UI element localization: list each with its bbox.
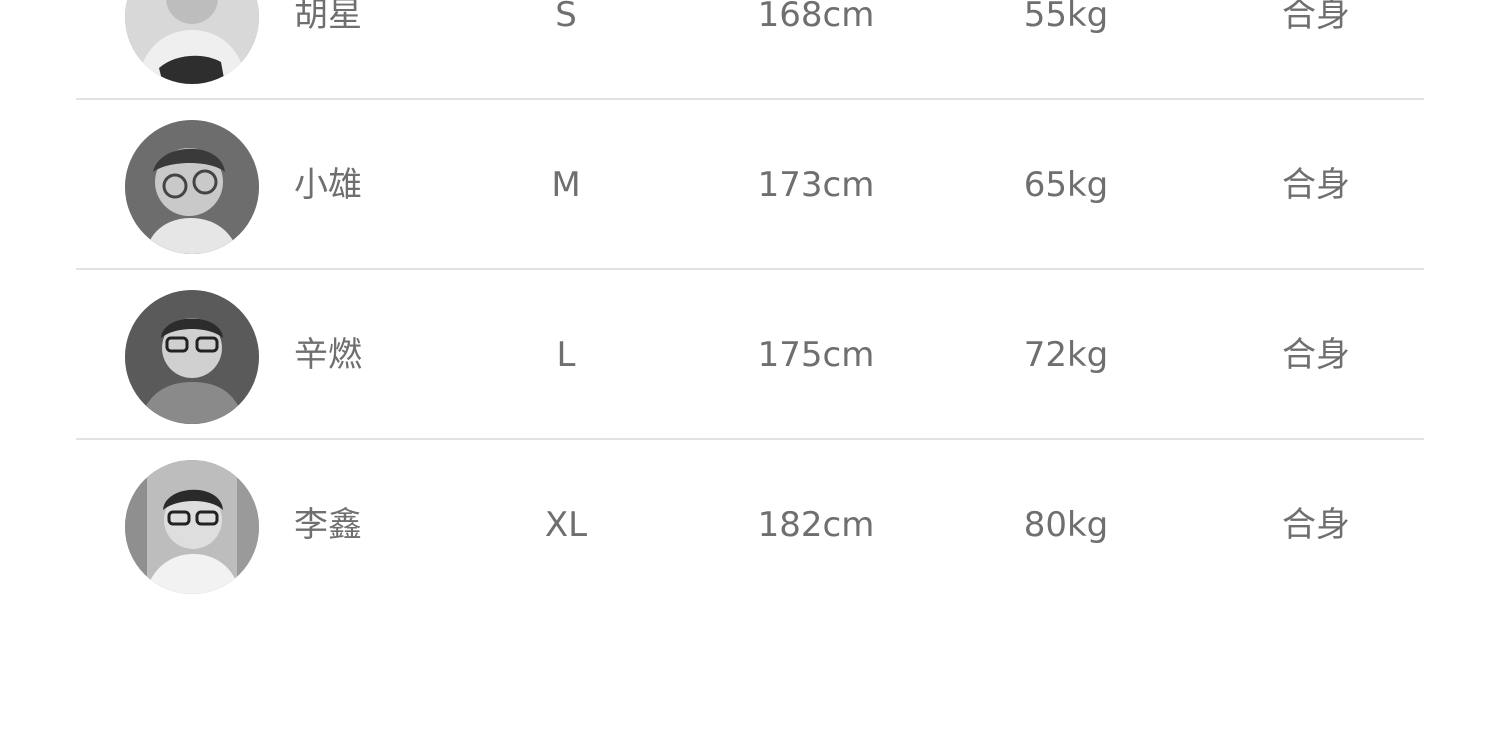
avatar	[125, 0, 259, 84]
size-cell: L	[556, 335, 576, 375]
person-avatar-icon	[125, 120, 259, 254]
name-cell: 小雄	[294, 165, 362, 205]
size-table: 胡星 S 168cm 55kg 合身 小雄 M 173cm 65kg 合身 辛燃…	[76, 0, 1424, 608]
size-cell: S	[555, 0, 577, 35]
height-cell: 173cm	[757, 165, 875, 205]
table-row: 辛燃 L 175cm 72kg 合身	[76, 270, 1424, 440]
weight-cell: 55kg	[1023, 0, 1109, 35]
name-cell: 胡星	[294, 0, 362, 35]
person-avatar-icon	[125, 460, 259, 594]
avatar	[125, 460, 259, 594]
name-cell: 李鑫	[294, 505, 362, 545]
table-row: 胡星 S 168cm 55kg 合身	[76, 0, 1424, 100]
weight-cell: 80kg	[1023, 505, 1109, 545]
person-avatar-icon	[125, 290, 259, 424]
name-cell: 辛燃	[294, 335, 362, 375]
fit-cell: 合身	[1282, 165, 1350, 205]
size-cell: XL	[544, 505, 588, 545]
person-avatar-icon	[125, 0, 259, 84]
size-cell: M	[551, 165, 581, 205]
weight-cell: 65kg	[1023, 165, 1109, 205]
height-cell: 175cm	[757, 335, 875, 375]
table-row: 李鑫 XL 182cm 80kg 合身	[76, 440, 1424, 608]
height-cell: 168cm	[757, 0, 875, 35]
avatar	[125, 290, 259, 424]
avatar	[125, 120, 259, 254]
fit-cell: 合身	[1282, 505, 1350, 545]
weight-cell: 72kg	[1023, 335, 1109, 375]
fit-cell: 合身	[1282, 0, 1350, 35]
fit-cell: 合身	[1282, 335, 1350, 375]
height-cell: 182cm	[757, 505, 875, 545]
table-row: 小雄 M 173cm 65kg 合身	[76, 100, 1424, 270]
